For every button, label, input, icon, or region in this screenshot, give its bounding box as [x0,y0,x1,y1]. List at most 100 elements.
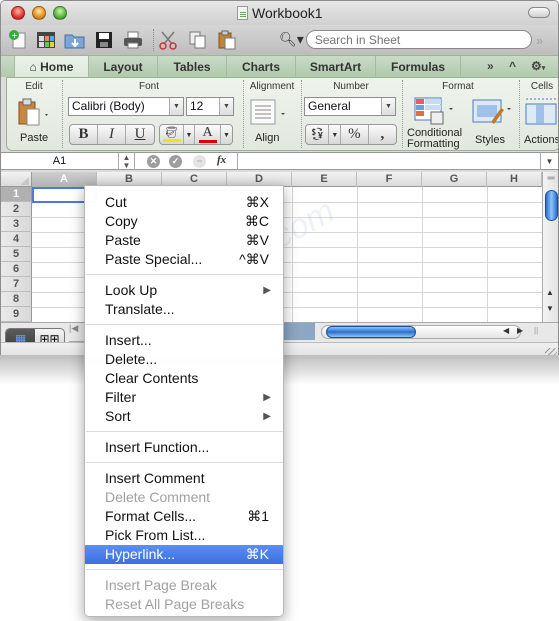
expand-formula-bar-icon[interactable]: ▼ [540,153,558,170]
menu-item-translate[interactable]: Translate... [85,300,283,319]
menu-item-cut[interactable]: Cut ⌘X [85,193,283,212]
cancel-entry-icon[interactable]: ✕ [147,155,160,168]
currency-format-icon[interactable]: 💱︎ [306,125,330,144]
scroll-down-arrow-icon[interactable]: ▼ [546,304,554,313]
cut-scissors-icon[interactable] [157,29,179,51]
save-icon[interactable] [93,29,115,51]
chevron-down-icon[interactable]: ▼ [381,98,395,115]
confirm-entry-icon[interactable]: ✓ [169,155,182,168]
menu-item-paste-special[interactable]: Paste Special... ^⌘V [85,250,283,269]
row-header[interactable]: 1 [1,187,32,202]
menu-item-delete[interactable]: Delete... [85,350,283,369]
submenu-arrow-icon: ▶ [263,411,271,422]
menu-item-format-cells[interactable]: Format Cells... ⌘1 [85,507,283,526]
bold-button[interactable]: B [70,125,98,144]
row-header[interactable]: 2 [1,202,32,217]
font-size-combo[interactable]: 12 ▼ [186,97,234,116]
open-folder-icon[interactable] [64,29,86,51]
fill-color-dropdown[interactable]: ▼ [184,125,195,144]
select-all-corner[interactable] [1,172,32,187]
ribbon-gear-icon[interactable]: ⚙▾ [531,59,545,73]
comma-style-button[interactable]: , [369,125,396,144]
menu-item-clear-contents[interactable]: Clear Contents [85,369,283,388]
formula-equals-icon[interactable]: − [193,155,206,168]
font-name-combo[interactable]: Calibri (Body) ▼ [68,97,184,116]
column-header[interactable]: G [422,172,487,187]
cells-actions-button[interactable]: Actions [524,96,558,150]
horizontal-scroll-thumb[interactable] [326,326,416,338]
scroll-right-arrow-icon[interactable]: ▶ [517,326,523,335]
tab-tables[interactable]: Tables [158,56,227,78]
tab-smartart[interactable]: SmartArt [296,56,376,78]
new-workbook-icon[interactable]: + [7,29,29,51]
tab-layout[interactable]: Layout [89,56,158,78]
menu-item-insert[interactable]: Insert... [85,331,283,350]
collapse-ribbon-icon[interactable]: ^ [509,59,516,73]
menu-item-copy[interactable]: Copy ⌘C [85,212,283,231]
menu-item-insert-comment[interactable]: Insert Comment [85,469,283,488]
menu-item-filter[interactable]: Filter ▶ [85,388,283,407]
align-button[interactable]: Align [249,98,297,148]
split-handle-icon[interactable]: ═ [545,174,557,184]
scroll-up-arrow-icon[interactable]: ▲ [546,288,554,297]
vertical-scrollbar[interactable]: ═ ▲ ▼ [542,172,558,322]
menu-item-pick-from-list[interactable]: Pick From List... [85,526,283,545]
scroll-left-arrow-icon[interactable]: ◀ [503,326,509,335]
templates-gallery-icon[interactable] [35,29,57,51]
search-in-sheet-input[interactable] [305,30,532,49]
row-header[interactable]: 6 [1,262,32,277]
print-icon[interactable] [122,29,144,51]
paste-icon[interactable] [216,29,238,51]
zoom-window-button[interactable] [53,6,67,20]
menu-item-insert-function[interactable]: Insert Function... [85,438,283,457]
name-box[interactable]: A1 [1,153,119,170]
column-header[interactable]: H [487,172,542,187]
row-header[interactable]: 5 [1,247,32,262]
vertical-scroll-thumb[interactable] [545,190,558,221]
chevron-down-icon[interactable]: ▼ [169,98,183,115]
font-color-dropdown[interactable]: ▼ [221,125,232,144]
tab-home[interactable]: ⌂ Home [14,56,89,78]
menu-item-look-up[interactable]: Look Up ▶ [85,281,283,300]
font-color-button[interactable]: A [195,125,221,144]
tabs-overflow-icon[interactable]: » [487,59,494,73]
number-format-combo[interactable]: General ▼ [304,97,396,116]
conditional-formatting-button[interactable]: Conditional Formatting [407,96,469,150]
italic-button[interactable]: I [98,125,126,144]
formula-input[interactable] [241,153,531,170]
menu-item-sort[interactable]: Sort ▶ [85,407,283,426]
currency-dropdown[interactable]: ▼ [329,125,342,144]
group-separator [519,80,520,148]
menu-item-paste[interactable]: Paste ⌘V [85,231,283,250]
close-window-button[interactable] [11,6,25,20]
row-header[interactable]: 8 [1,292,32,307]
search-icon[interactable]: 🔍︎▾ [279,31,304,48]
toolbar-overflow-icon[interactable]: » [536,33,543,48]
tab-charts[interactable]: Charts [227,56,296,78]
window-title: Workbook1 [237,5,323,21]
styles-button[interactable]: Styles [471,96,515,150]
copy-icon[interactable] [187,29,209,51]
horizontal-split-handle-icon[interactable]: || [534,326,538,335]
paste-button[interactable]: Paste [17,98,53,144]
toolbar-toggle-button[interactable] [528,7,550,18]
font-color-swatch [198,140,217,143]
column-header[interactable]: F [357,172,422,187]
row-header[interactable]: 7 [1,277,32,292]
underline-button[interactable]: U [126,125,154,144]
name-box-stepper[interactable]: ▲ ▼ [119,153,135,170]
percent-style-button[interactable]: % [341,125,369,144]
minimize-window-button[interactable] [32,6,46,20]
tab-formulas[interactable]: Formulas [376,56,461,78]
menu-item-hyperlink[interactable]: Hyperlink... ⌘K [85,545,283,564]
chevron-down-icon[interactable]: ▼ [219,98,233,115]
column-header[interactable]: E [292,172,357,187]
insert-function-icon[interactable]: fx [217,154,226,166]
formula-bar: A1 ▲ ▼ ✕ ✓ − fx ▼ [1,152,558,170]
row-header[interactable]: 4 [1,232,32,247]
row-header[interactable]: 3 [1,217,32,232]
menu-item-reset-all-page-breaks: Reset All Page Breaks [105,596,245,612]
fill-color-button[interactable]: 🪣︎ [160,125,184,144]
row-header[interactable]: 9 [1,307,32,322]
group-label-number: Number [333,81,369,92]
